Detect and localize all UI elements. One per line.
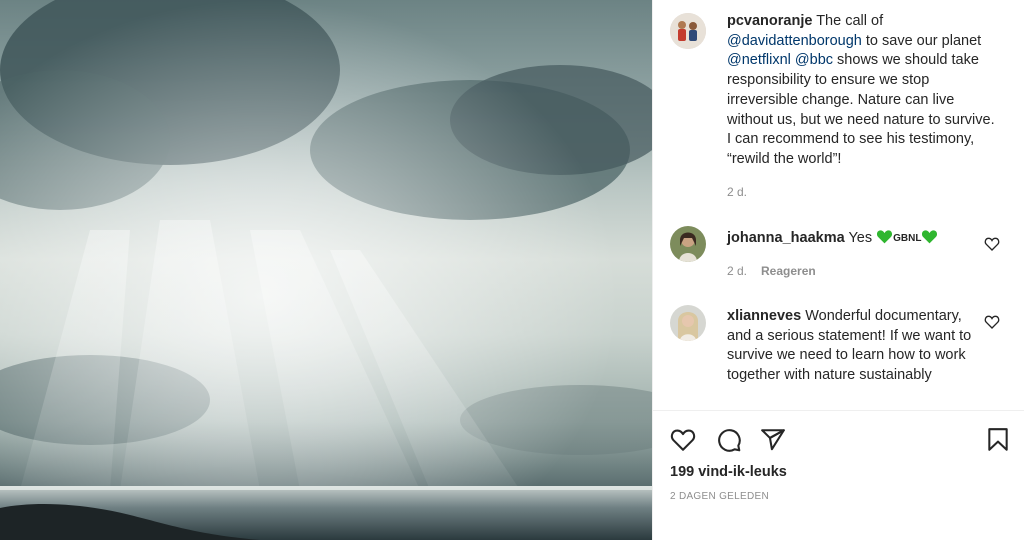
heart-icon[interactable]	[670, 427, 696, 453]
mention-link[interactable]: @bbc	[795, 52, 833, 68]
mention-link[interactable]: @netflixnl	[727, 52, 791, 68]
post-date[interactable]: 2 DAGEN GELEDEN	[670, 491, 769, 502]
author-avatar[interactable]	[670, 13, 706, 49]
author-avatar-image	[670, 13, 706, 49]
share-icon[interactable]	[760, 427, 786, 453]
reply-button[interactable]: Reageren	[761, 264, 816, 278]
post-actions: 199 vind-ik-leuks 2 DAGEN GELEDEN	[653, 410, 1024, 540]
caption-text: to save our planet	[861, 32, 982, 49]
author-caption: pcvanoranje The call of @davidattenborou…	[727, 12, 999, 170]
post-sidebar: pcvanoranje The call of @davidattenborou…	[652, 0, 1024, 540]
comment-body: Yes	[848, 230, 877, 246]
comment-text: johanna_haakma Yes GBNL	[727, 229, 999, 249]
emoji-flag-text: GBNL	[893, 233, 922, 244]
bookmark-icon[interactable]	[985, 427, 1011, 453]
caption-timestamp[interactable]: 2 d.	[727, 185, 747, 199]
caption-text: shows we should take responsibility to e…	[727, 52, 995, 167]
commenter-username[interactable]: xlianneves	[727, 308, 801, 324]
comment-like-heart-icon[interactable]	[984, 314, 1000, 330]
post-image[interactable]	[0, 0, 652, 540]
comment-icon[interactable]	[716, 427, 742, 453]
mention-link[interactable]: @davidattenborough	[727, 33, 862, 49]
green-heart-icon	[922, 230, 938, 244]
comment-meta: 2 d. Reageren	[727, 264, 816, 278]
commenter-avatar[interactable]	[670, 305, 706, 341]
caption-time: 2 d.	[727, 185, 747, 199]
commenter-avatar-image	[670, 226, 706, 262]
comment-time[interactable]: 2 d.	[727, 264, 747, 278]
comment-text: xlianneves Wonderful documentary, and a …	[727, 307, 977, 386]
commenter-username[interactable]: johanna_haakma	[727, 230, 845, 246]
author-username[interactable]: pcvanoranje	[727, 13, 812, 29]
caption-text: The call of	[816, 13, 884, 29]
green-heart-icon	[877, 230, 893, 244]
comment-like-heart-icon[interactable]	[984, 236, 1000, 252]
likes-count[interactable]: 199 vind-ik-leuks	[670, 464, 787, 480]
post-photo-scene	[0, 0, 652, 540]
commenter-avatar[interactable]	[670, 226, 706, 262]
comments-list[interactable]: pcvanoranje The call of @davidattenborou…	[653, 0, 1024, 410]
commenter-avatar-image	[670, 305, 706, 341]
